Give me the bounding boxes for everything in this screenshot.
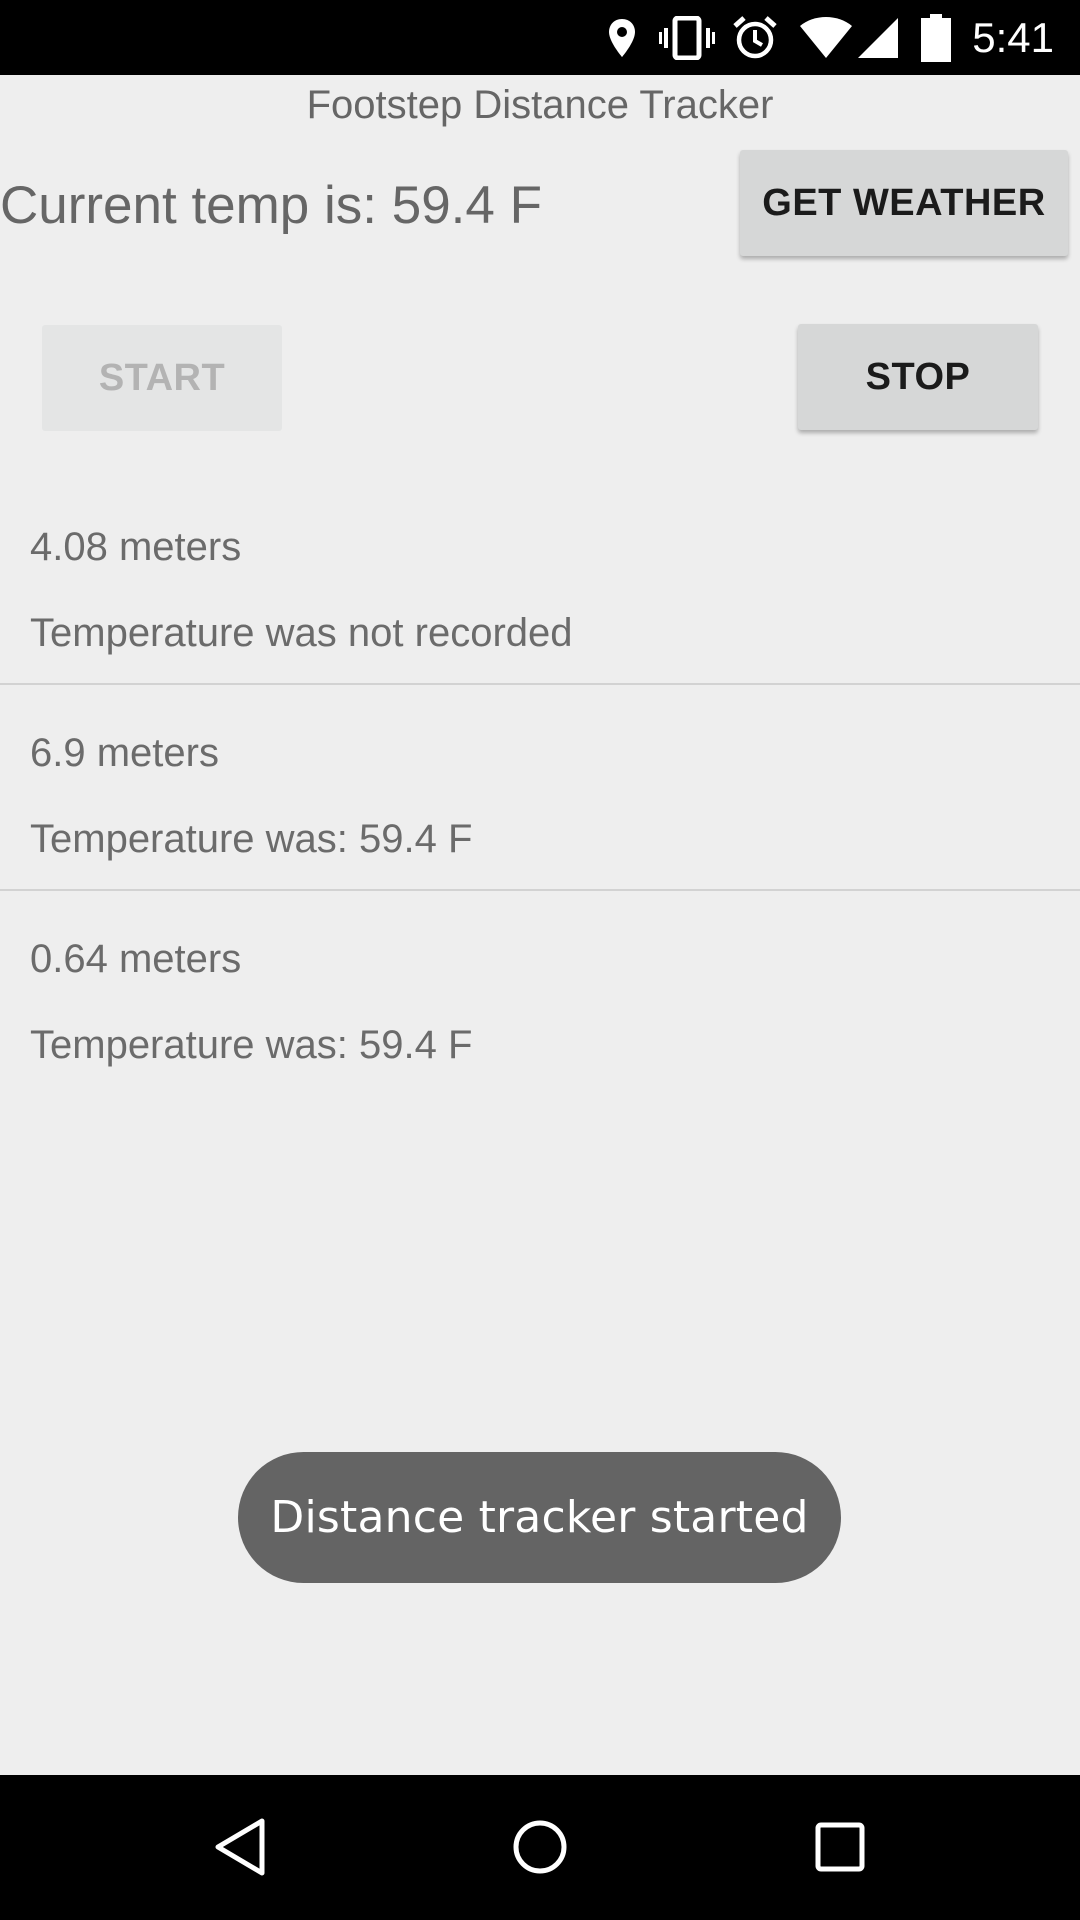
alarm-icon <box>732 12 778 64</box>
navigation-bar <box>0 1775 1080 1920</box>
record-distance: 6.9 meters <box>30 731 219 775</box>
list-divider <box>0 683 1080 685</box>
list-item[interactable]: 6.9 meters Temperature was: 59.4 F <box>0 714 1080 890</box>
location-icon <box>604 12 640 64</box>
get-weather-button[interactable]: GET WEATHER <box>740 150 1068 256</box>
list-divider <box>0 889 1080 891</box>
recents-icon[interactable] <box>800 1807 880 1887</box>
record-distance: 0.64 meters <box>30 937 242 981</box>
current-temp-text: Current temp is: 59.4 F <box>0 176 542 235</box>
cell-signal-icon <box>856 12 900 64</box>
list-item[interactable]: 0.64 meters Temperature was: 59.4 F <box>0 920 1080 1096</box>
record-distance: 4.08 meters <box>30 525 242 569</box>
status-time: 5:41 <box>972 14 1054 61</box>
start-button[interactable]: START <box>42 325 282 431</box>
record-temperature: Temperature was: 59.4 F <box>30 1023 473 1067</box>
vibrate-icon <box>658 12 716 64</box>
wifi-icon <box>798 12 854 64</box>
stop-button[interactable]: STOP <box>798 324 1038 430</box>
back-icon[interactable] <box>200 1807 280 1887</box>
toast-message: Distance tracker started <box>238 1452 841 1583</box>
status-bar: 5:41 <box>0 0 1080 75</box>
list-item[interactable]: 4.08 meters Temperature was not recorded <box>0 508 1080 684</box>
app-title: Footstep Distance Tracker <box>306 83 774 127</box>
battery-icon <box>920 12 952 64</box>
app-screen: 5:41 Footstep Distance Tracker Current t… <box>0 0 1080 1920</box>
record-temperature: Temperature was: 59.4 F <box>30 817 473 861</box>
record-temperature: Temperature was not recorded <box>30 611 573 655</box>
home-icon[interactable] <box>500 1807 580 1887</box>
